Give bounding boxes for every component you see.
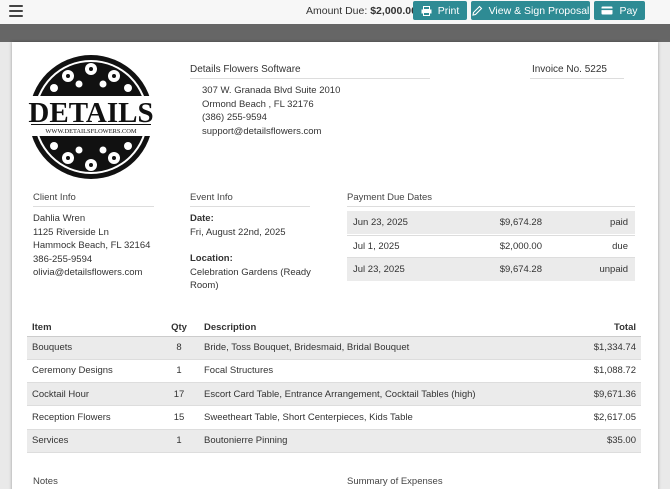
item-qty: 1 bbox=[159, 359, 199, 384]
item-name: Reception Flowers bbox=[27, 405, 159, 430]
print-button[interactable]: Print bbox=[413, 1, 467, 20]
payment-row: Jun 23, 2025 $9,674.28 paid bbox=[347, 211, 635, 235]
event-info-heading: Event Info bbox=[190, 192, 310, 207]
table-row: Reception Flowers 15 Sweetheart Table, S… bbox=[27, 405, 641, 430]
address-line: Ormond Beach , FL 32176 bbox=[202, 98, 314, 110]
table-header-row: Item Qty Description Total bbox=[27, 320, 641, 337]
item-description: Escort Card Table, Entrance Arrangement,… bbox=[199, 382, 572, 407]
line-items-table: Item Qty Description Total Bouquets 8 Br… bbox=[27, 320, 641, 453]
top-toolbar: Amount Due: $2,000.00 Print View & Sign … bbox=[0, 0, 670, 24]
notes-heading: Notes bbox=[33, 476, 310, 489]
client-email: olivia@detailsflowers.com bbox=[33, 267, 143, 278]
event-date: Fri, August 22nd, 2025 bbox=[190, 226, 286, 238]
pay-button[interactable]: Pay bbox=[594, 1, 645, 20]
logo-wordmark: DETAILS bbox=[28, 97, 153, 129]
item-name: Cocktail Hour bbox=[27, 382, 159, 407]
printer-icon bbox=[421, 5, 432, 16]
company-email: support@detailsflowers.com bbox=[202, 125, 322, 137]
payment-row: Jul 23, 2025 $9,674.28 unpaid bbox=[347, 258, 635, 282]
menu-icon[interactable] bbox=[9, 4, 23, 18]
payment-due-dates: Jun 23, 2025 $9,674.28 paid Jul 1, 2025 … bbox=[347, 211, 635, 282]
amount-due-label: Amount Due: bbox=[306, 5, 368, 17]
client-name: Dahlia Wren bbox=[33, 213, 86, 224]
item-qty: 15 bbox=[159, 405, 199, 430]
pay-label: Pay bbox=[619, 4, 638, 17]
payment-date: Jun 23, 2025 bbox=[353, 216, 408, 228]
print-label: Print bbox=[437, 4, 460, 17]
table-row: Bouquets 8 Bride, Toss Bouquet, Bridesma… bbox=[27, 336, 641, 360]
client-info: Dahlia Wren 1125 Riverside Ln Hammock Be… bbox=[33, 212, 150, 280]
client-street: 1125 Riverside Ln bbox=[33, 226, 109, 238]
item-name: Bouquets bbox=[27, 336, 159, 360]
invoice-number: Invoice No. 5225 bbox=[530, 64, 624, 79]
payment-status: paid bbox=[610, 216, 628, 228]
amount-due-value: $2,000.00 bbox=[370, 5, 417, 17]
address-line: 307 W. Granada Blvd Suite 2010 bbox=[202, 85, 341, 96]
item-total: $9,671.36 bbox=[571, 382, 641, 407]
pencil-icon bbox=[471, 5, 482, 16]
client-city: Hammock Beach, FL 32164 bbox=[33, 240, 151, 251]
event-info: Date: Fri, August 22nd, 2025 Location: C… bbox=[190, 212, 320, 293]
item-total: $2,617.05 bbox=[571, 405, 641, 430]
table-row: Cocktail Hour 17 Escort Card Table, Entr… bbox=[27, 382, 641, 407]
col-item-header: Item bbox=[27, 320, 159, 337]
details-logo: DETAILS WWW.DETAILSFLOWERS.COM bbox=[28, 55, 154, 179]
client-info-heading: Client Info bbox=[33, 192, 154, 207]
col-qty-header: Qty bbox=[159, 320, 199, 337]
company-phone: (386) 255-9594 bbox=[202, 112, 267, 123]
event-date-label: Date: bbox=[190, 213, 214, 224]
payment-date: Jul 1, 2025 bbox=[353, 240, 400, 252]
payment-status: unpaid bbox=[599, 263, 628, 275]
company-address: 307 W. Granada Blvd Suite 2010 Ormond Be… bbox=[202, 84, 340, 138]
payment-status: due bbox=[612, 240, 628, 252]
payment-amount: $2,000.00 bbox=[499, 240, 542, 252]
event-location: Celebration Gardens (Ready Room) bbox=[190, 266, 311, 292]
view-sign-proposal-button[interactable]: View & Sign Proposal bbox=[471, 1, 590, 20]
payment-row: Jul 1, 2025 $2,000.00 due bbox=[347, 234, 635, 258]
client-phone: 386-255-9594 bbox=[33, 253, 93, 265]
company-name: Details Flowers Software bbox=[190, 64, 430, 79]
summary-of-expenses-heading: Summary of Expenses bbox=[347, 476, 635, 489]
table-row: Services 1 Boutonierre Pinning $35.00 bbox=[27, 429, 641, 453]
event-location-label: Location: bbox=[190, 253, 233, 264]
item-description: Bride, Toss Bouquet, Bridesmaid, Bridal … bbox=[199, 336, 572, 360]
payment-date: Jul 23, 2025 bbox=[353, 263, 405, 275]
item-qty: 8 bbox=[159, 336, 199, 360]
amount-due: Amount Due: $2,000.00 bbox=[306, 5, 417, 17]
logo-url: WWW.DETAILSFLOWERS.COM bbox=[45, 128, 137, 135]
item-description: Sweetheart Table, Short Centerpieces, Ki… bbox=[199, 405, 572, 430]
item-total: $1,088.72 bbox=[571, 359, 641, 384]
item-description: Boutonierre Pinning bbox=[199, 429, 572, 453]
payment-amount: $9,674.28 bbox=[499, 263, 542, 275]
item-total: $1,334.74 bbox=[571, 336, 641, 360]
item-name: Ceremony Designs bbox=[27, 359, 159, 384]
item-total: $35.00 bbox=[571, 429, 641, 453]
col-description-header: Description bbox=[199, 320, 572, 337]
view-sign-label: View & Sign Proposal bbox=[488, 4, 590, 17]
item-qty: 17 bbox=[159, 382, 199, 407]
credit-card-icon bbox=[601, 6, 613, 15]
item-description: Focal Structures bbox=[199, 359, 572, 384]
item-name: Services bbox=[27, 429, 159, 453]
item-qty: 1 bbox=[159, 429, 199, 453]
table-row: Ceremony Designs 1 Focal Structures $1,0… bbox=[27, 359, 641, 384]
page-backdrop bbox=[0, 24, 670, 42]
payment-due-dates-heading: Payment Due Dates bbox=[347, 192, 635, 207]
payment-amount: $9,674.28 bbox=[499, 216, 542, 228]
col-total-header: Total bbox=[571, 320, 641, 337]
